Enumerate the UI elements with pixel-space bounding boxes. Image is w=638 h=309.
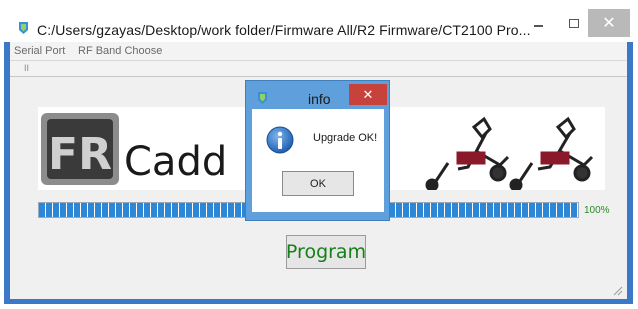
resize-grip-icon[interactable] (613, 286, 623, 296)
toolbar: II (10, 60, 627, 77)
maximize-button[interactable] (560, 9, 588, 37)
logo-text: Cadd (124, 139, 227, 185)
menu-item-rf-band-choose[interactable]: RF Band Choose (78, 45, 162, 57)
dialog-body: Upgrade OK! OK (252, 109, 384, 212)
minimize-icon (533, 25, 543, 27)
dialog-close-button[interactable]: ✕ (349, 84, 387, 105)
window-title: C:/Users/gzayas/Desktop/work folder/Firm… (37, 22, 531, 38)
progress-percent-label: 100% (584, 205, 610, 216)
caddy-trolley-image (425, 116, 510, 192)
ok-button[interactable]: OK (282, 171, 354, 196)
logo-mark-text: FR (48, 129, 112, 180)
logo-mark: FR (41, 113, 119, 185)
maximize-icon (569, 18, 579, 28)
dialog-title: info (308, 91, 331, 107)
menu-bar: Serial Port RF Band Choose (10, 42, 627, 60)
app-icon (19, 22, 28, 34)
minimize-button[interactable] (524, 9, 552, 37)
close-icon: ✕ (362, 86, 374, 102)
info-icon (266, 126, 294, 154)
menu-item-serial-port[interactable]: Serial Port (14, 45, 65, 57)
toolbar-grip-icon[interactable]: II (24, 63, 29, 73)
dialog-message: Upgrade OK! (313, 132, 378, 144)
title-bar[interactable]: C:/Users/gzayas/Desktop/work folder/Firm… (4, 6, 633, 42)
close-button[interactable]: ✕ (588, 9, 630, 37)
caddy-trolley-image (509, 116, 594, 192)
program-button[interactable]: Program (286, 235, 366, 269)
close-icon: ✕ (602, 15, 616, 32)
info-dialog: info ✕ Upgrade OK! OK (245, 80, 390, 221)
dialog-app-icon (258, 92, 267, 104)
